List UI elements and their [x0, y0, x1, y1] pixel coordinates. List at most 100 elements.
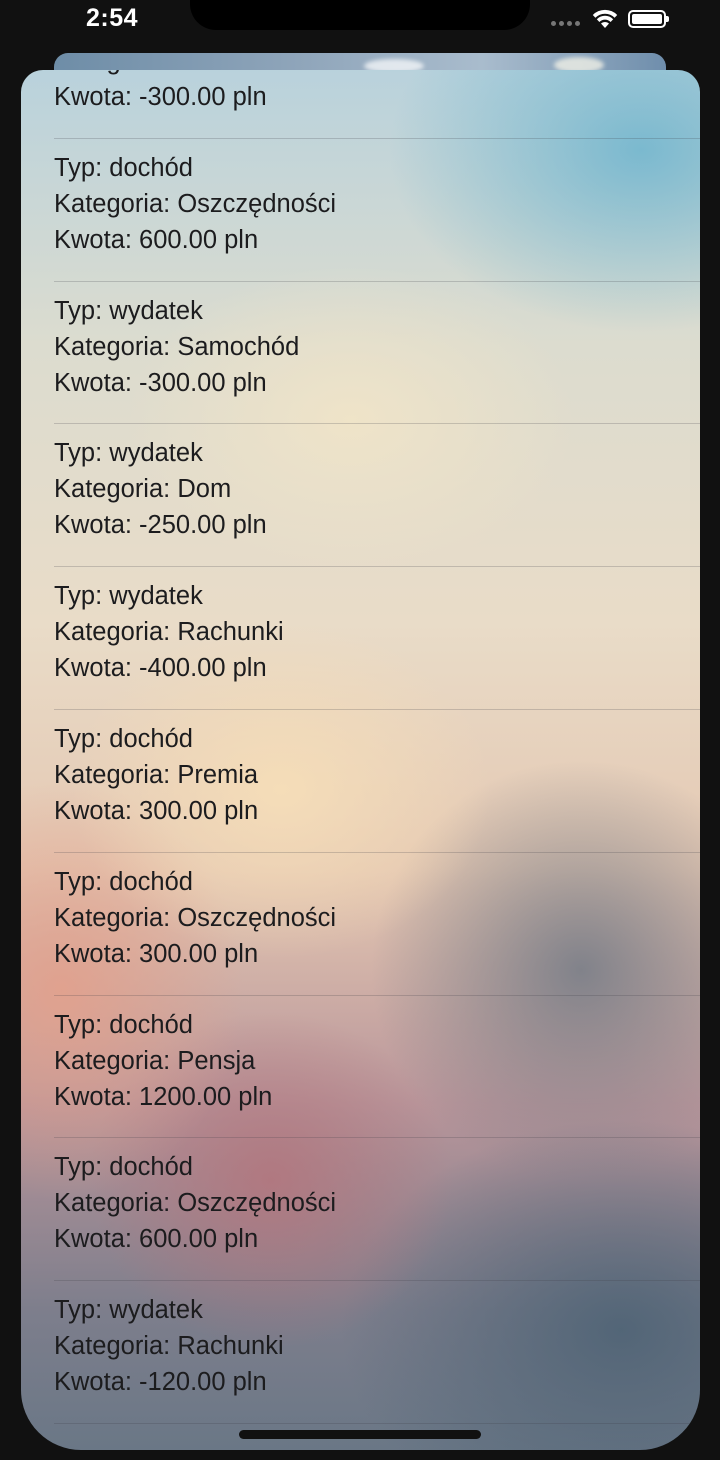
- transaction-category-label: Kategoria:: [54, 1332, 178, 1361]
- transaction-type-label: Typ:: [54, 724, 110, 753]
- transaction-type: Typ: dochód: [54, 1007, 700, 1043]
- transaction-amount-label: Kwota:: [54, 939, 140, 968]
- transaction-row[interactable]: Typ: wydatek Kategoria: Rachunki Kwota: -4…: [21, 567, 700, 710]
- transaction-amount-value: 1200.00 pln: [139, 1082, 273, 1111]
- transaction-type: Typ: wydatek: [54, 293, 700, 329]
- status-bar: 2:54: [0, 0, 720, 52]
- transaction-amount-label: Kwota:: [54, 511, 140, 540]
- transaction-category-label: Kategoria:: [54, 1189, 178, 1218]
- transaction-row[interactable]: Typ: dochód Kategoria: Oszczędności Kwota:…: [21, 139, 700, 282]
- transaction-type-value: dochód: [109, 153, 193, 182]
- transaction-type: Typ: wydatek: [54, 435, 700, 471]
- transaction-category-label: Kategoria:: [54, 475, 178, 504]
- transaction-amount: Kwota: 600.00 pln: [54, 222, 700, 258]
- transaction-type-value: dochód: [109, 724, 193, 753]
- transaction-type: Typ: dochód: [54, 150, 700, 186]
- screen: 2:54 Typ: wydatek Kategoria:: [0, 0, 720, 1460]
- transaction-amount-label: Kwota:: [54, 225, 140, 254]
- transaction-type-label: Typ:: [54, 439, 110, 468]
- transaction-category-label: Kategoria:: [54, 760, 178, 789]
- transaction-category-value: Dom: [177, 475, 232, 504]
- transaction-category-value: Samochód: [177, 70, 299, 75]
- transaction-type-value: wydatek: [109, 582, 203, 611]
- transaction-type-value: dochód: [109, 867, 193, 896]
- transaction-amount: Kwota: -250.00 pln: [54, 507, 700, 543]
- transaction-amount-label: Kwota:: [54, 654, 140, 683]
- transaction-category-value: Pensja: [177, 1046, 256, 1075]
- transaction-category-value: Oszczędności: [177, 903, 337, 932]
- transaction-type: Typ: dochód: [54, 864, 700, 900]
- transaction-row[interactable]: Typ: wydatekKategoria: SamochódKwota: -3…: [21, 282, 700, 425]
- transaction-category-label: Kategoria:: [54, 332, 178, 361]
- transaction-amount: Kwota: -300.00 pln: [54, 79, 700, 115]
- transaction-row[interactable]: Typ: wydatekKategoria: SamochódKwota: -3…: [21, 70, 700, 139]
- transaction-type-value: dochód: [109, 1153, 193, 1182]
- transaction-category-label: Kategoria:: [54, 903, 178, 932]
- transaction-amount-label: Kwota:: [54, 796, 140, 825]
- transaction-amount-value: -300.00 pln: [139, 368, 267, 397]
- transaction-type-label: Typ:: [54, 867, 110, 896]
- transaction-amount-label: Kwota:: [54, 1368, 140, 1397]
- transaction-row[interactable]: Typ: dochód Kategoria: Premia Kwota: 300.0…: [21, 710, 700, 853]
- notch: [190, 0, 530, 30]
- transaction-category: Kategoria: Rachunki: [54, 1328, 700, 1364]
- transaction-type-label: Typ:: [54, 153, 110, 182]
- transaction-amount-value: 300.00 pln: [139, 939, 259, 968]
- transaction-amount-value: -250.00 pln: [139, 511, 267, 540]
- transaction-amount-value: 600.00 pln: [139, 1225, 259, 1254]
- transaction-category-label: Kategoria:: [54, 618, 178, 647]
- transactions-sheet[interactable]: Typ: wydatekKategoria: SamochódKwota: -3…: [21, 70, 700, 1450]
- transaction-category-value: Oszczędności: [177, 189, 337, 218]
- transaction-type: Typ: dochód: [54, 1149, 700, 1185]
- transaction-category: Kategoria: Oszczędności: [54, 1185, 700, 1221]
- transaction-type-label: Typ:: [54, 582, 110, 611]
- transaction-amount: Kwota: -120.00 pln: [54, 1364, 700, 1400]
- transaction-type-value: wydatek: [109, 439, 203, 468]
- transaction-row[interactable]: Typ: dochód Kategoria: Pensja Kwota: 1200.…: [21, 996, 700, 1139]
- transaction-amount-value: -400.00 pln: [139, 654, 267, 683]
- transaction-type-value: wydatek: [109, 1296, 203, 1325]
- transaction-category-value: Rachunki: [177, 618, 284, 647]
- transaction-type: Typ: wydatek: [54, 578, 700, 614]
- transaction-category-label: Kategoria:: [54, 70, 177, 75]
- transaction-type-label: Typ:: [54, 296, 110, 325]
- transactions-list[interactable]: Typ: wydatekKategoria: SamochódKwota: -3…: [21, 70, 700, 1424]
- transaction-category-label: Kategoria:: [54, 189, 178, 218]
- transaction-category: Kategoria: Premia: [54, 757, 700, 793]
- transaction-amount: Kwota: -300.00 pln: [54, 365, 700, 401]
- transaction-category-value: Samochód: [177, 332, 300, 361]
- status-time: 2:54: [86, 4, 139, 32]
- transaction-category: Kategoria: Oszczędności: [54, 186, 700, 222]
- transaction-amount-value: -300.00 pln: [139, 83, 267, 111]
- transaction-amount-label: Kwota:: [54, 1082, 140, 1111]
- transaction-amount-label: Kwota:: [54, 1225, 140, 1254]
- transaction-type: Typ: dochód: [54, 721, 700, 757]
- transaction-type-label: Typ:: [54, 1296, 110, 1325]
- transaction-amount: Kwota: 600.00 pln: [54, 1221, 700, 1257]
- transaction-category: Kategoria: Rachunki: [54, 614, 700, 650]
- transaction-row[interactable]: Typ: dochód Kategoria: Oszczędności Kwota:…: [21, 853, 700, 996]
- transaction-amount-value: 300.00 pln: [139, 796, 259, 825]
- transaction-amount: Kwota: -400.00 pln: [54, 650, 700, 686]
- transaction-type-value: wydatek: [109, 296, 203, 325]
- transaction-category: Kategoria: Samochód: [54, 329, 700, 365]
- transaction-category: Kategoria: Pensja: [54, 1043, 700, 1079]
- transaction-category-value: Oszczędności: [177, 1189, 337, 1218]
- battery-icon: [628, 10, 669, 28]
- transaction-row[interactable]: Typ: wydatek Kategoria: Rachunki Kwota: -1…: [21, 1281, 700, 1424]
- wifi-icon: [592, 9, 618, 28]
- device-frame: 2:54 Typ: wydatek Kategoria:: [0, 0, 720, 1460]
- transaction-row[interactable]: Typ: dochód Kategoria: Oszczędności Kwota:…: [21, 1138, 700, 1281]
- transaction-category: Kategoria: Samochód: [54, 70, 700, 79]
- transaction-type: Typ: wydatek: [54, 1292, 700, 1328]
- home-indicator[interactable]: [239, 1430, 481, 1439]
- transaction-amount-value: -120.00 pln: [139, 1368, 267, 1397]
- transaction-amount: Kwota: 300.00 pln: [54, 793, 700, 829]
- transaction-type-label: Typ:: [54, 1010, 110, 1039]
- transaction-category: Kategoria: Dom: [54, 471, 700, 507]
- transaction-category: Kategoria: Oszczędności: [54, 900, 700, 936]
- transaction-row[interactable]: Typ: wydatek Kategoria: Dom Kwota: -250.00…: [21, 424, 700, 567]
- transaction-amount: Kwota: 300.00 pln: [54, 936, 700, 972]
- transaction-amount: Kwota: 1200.00 pln: [54, 1079, 700, 1115]
- cellular-signal-icon: [551, 20, 580, 26]
